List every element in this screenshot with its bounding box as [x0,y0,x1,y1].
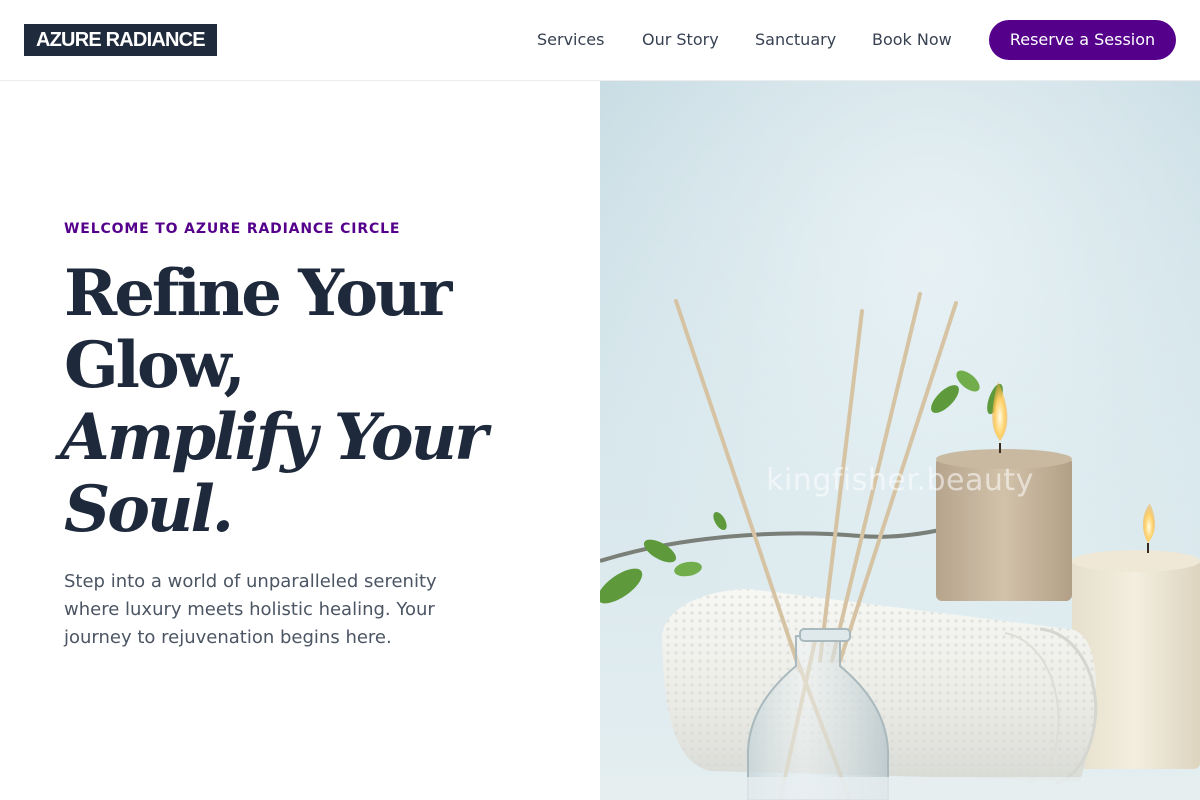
reserve-session-button[interactable]: Reserve a Session [989,20,1176,60]
headline-line-3: Amplify Your [60,400,488,475]
hero-spa-image: kingfisher.beauty [600,81,1200,800]
nav-link-services[interactable]: Services [537,28,604,52]
headline-line-1: Refine Your [64,256,452,331]
hero-subtext: Step into a world of unparalleled sereni… [64,571,437,648]
nav-link-our-story[interactable]: Our Story [642,28,719,52]
site-header: AZURE RADIANCE Services Our Story Sanctu… [0,0,1200,81]
hero-headline: Refine Your Glow, Amplify Your Soul. [60,256,544,547]
hero-eyebrow: WELCOME TO AZURE RADIANCE CIRCLE [64,221,401,237]
image-watermark: kingfisher.beauty [766,463,1034,498]
headline-line-2: Glow, [64,328,246,403]
nav-link-sanctuary[interactable]: Sanctuary [755,28,836,52]
brand-logo[interactable]: AZURE RADIANCE [24,24,217,56]
spa-illustration [600,81,1200,800]
headline-line-4: Soul. [64,472,234,547]
nav-link-book-now[interactable]: Book Now [872,28,952,52]
